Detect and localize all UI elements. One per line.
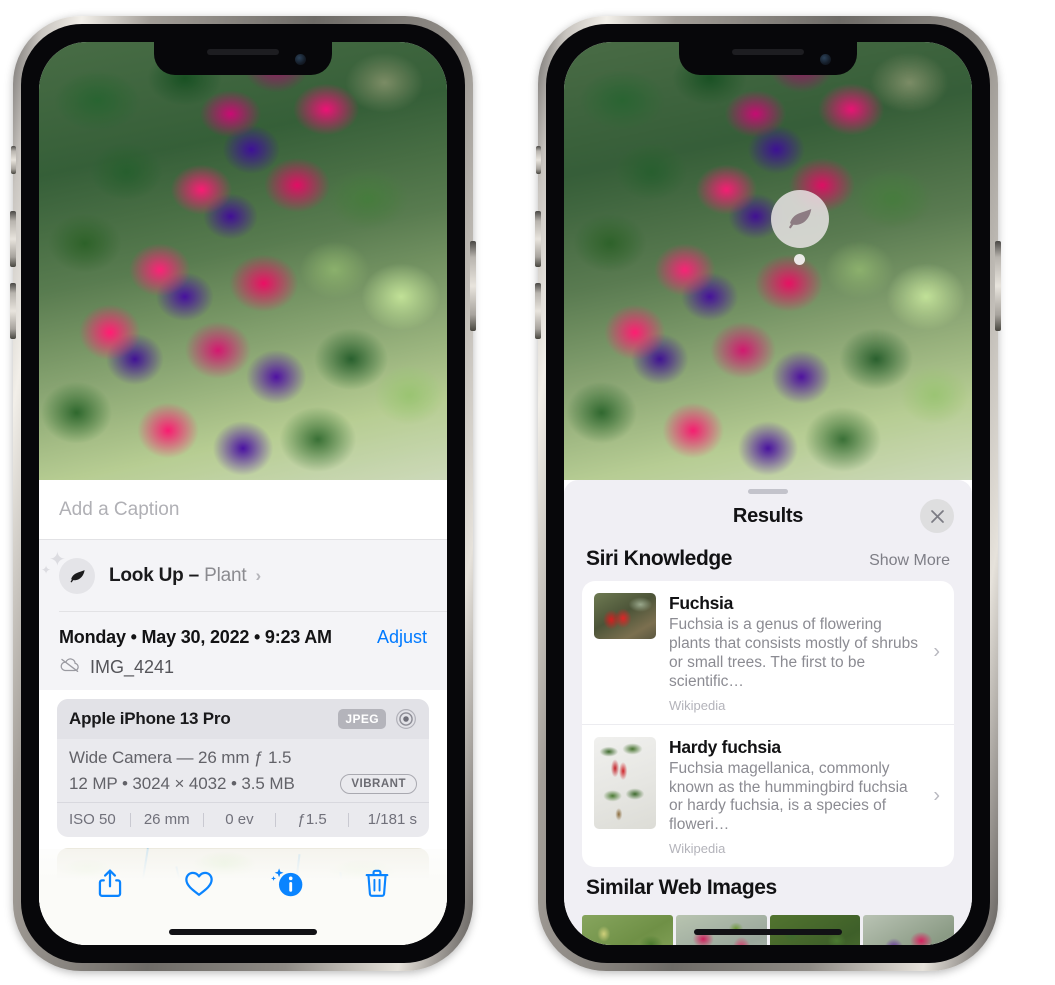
knowledge-source: Wikipedia xyxy=(669,841,726,857)
exif-aperture: ƒ1.5 xyxy=(297,811,327,828)
lookup-section: ✦ ✦ Look Up – Plant › xyxy=(39,540,447,612)
favorite-button[interactable] xyxy=(179,863,219,903)
siri-knowledge-card-list: Fuchsia Fuchsia is a genus of flowering … xyxy=(582,581,954,868)
knowledge-description: Fuchsia is a genus of flowering plants t… xyxy=(669,616,918,690)
photo-viewer-right[interactable] xyxy=(564,42,972,480)
earpiece-speaker-right xyxy=(732,49,804,55)
file-size-info: 12 MP • 3024 × 4032 • 3.5 MB xyxy=(69,774,295,793)
knowledge-title: Hardy fuchsia xyxy=(669,736,781,757)
photographic-style-badge: VIBRANT xyxy=(340,774,417,794)
look-up-prefix: Look Up – xyxy=(109,565,205,586)
knowledge-thumbnail xyxy=(594,593,656,639)
earpiece-speaker-left xyxy=(207,49,279,55)
front-camera-left xyxy=(295,54,306,65)
web-image-1[interactable] xyxy=(582,915,673,945)
iphone-left: Add a Caption ✦ ✦ Look Up – Plant › Mond… xyxy=(10,16,476,971)
caption-input[interactable]: Add a Caption xyxy=(59,499,179,521)
siri-knowledge-header: Siri Knowledge Show More xyxy=(564,538,972,581)
fuchsia-flowers-photo xyxy=(39,42,447,480)
caption-input-row[interactable]: Add a Caption xyxy=(39,480,447,540)
web-image-4[interactable] xyxy=(863,915,954,945)
sparkle-icon-small: ✦ xyxy=(41,563,52,577)
fuchsia-flowers-photo xyxy=(564,42,972,480)
notch-right xyxy=(679,42,857,75)
lens-info: Wide Camera — 26 mm ƒ 1.5 xyxy=(69,748,292,767)
sparkle-icon-large: ✦ xyxy=(49,549,66,571)
front-camera-right xyxy=(820,54,831,65)
screen-right: Results Siri Knowledge Show More Fuchsia… xyxy=(564,42,972,945)
home-indicator-right[interactable] xyxy=(694,929,842,935)
format-badge: JPEG xyxy=(338,709,386,729)
knowledge-source: Wikipedia xyxy=(669,697,726,713)
screen-left: Add a Caption ✦ ✦ Look Up – Plant › Mond… xyxy=(39,42,447,945)
knowledge-thumbnail xyxy=(594,736,656,829)
knowledge-description: Fuchsia magellanica, commonly known as t… xyxy=(669,759,908,834)
visual-lookup-dot xyxy=(794,254,805,265)
info-button[interactable] xyxy=(268,863,308,903)
exif-stats-row: ISO 50 26 mm 0 ev ƒ1.5 1/181 s xyxy=(57,802,429,837)
volume-down-button-right[interactable] xyxy=(535,283,541,339)
section-title: Similar Web Images xyxy=(586,876,777,900)
results-sheet: Results Siri Knowledge Show More Fuchsia… xyxy=(564,480,972,945)
chevron-right-icon: › xyxy=(933,640,940,663)
metadata-block: Monday • May 30, 2022 • 9:23 AM Adjust I… xyxy=(39,612,447,690)
power-button-left[interactable] xyxy=(470,241,476,331)
close-button[interactable] xyxy=(920,499,954,533)
photo-filename: IMG_4241 xyxy=(90,657,175,677)
show-more-button[interactable]: Show More xyxy=(869,552,950,570)
volume-up-button-left[interactable] xyxy=(10,211,16,267)
knowledge-row[interactable]: Fuchsia Fuchsia is a genus of flowering … xyxy=(582,581,954,724)
look-up-subject: Plant xyxy=(204,565,247,586)
power-button-right[interactable] xyxy=(995,241,1001,331)
chevron-right-icon: › xyxy=(255,566,262,585)
knowledge-row[interactable]: Hardy fuchsia Fuchsia magellanica, commo… xyxy=(582,723,954,868)
visual-lookup-leaf-badge[interactable] xyxy=(771,190,829,248)
exif-focal: 26 mm xyxy=(143,811,190,828)
volume-down-button-left[interactable] xyxy=(10,283,16,339)
exif-shutter: 1/181 s xyxy=(367,811,418,828)
chevron-right-icon: › xyxy=(933,784,940,807)
exif-card[interactable]: Apple iPhone 13 Pro JPEG Wide Camera — 2… xyxy=(57,699,429,837)
adjust-button[interactable]: Adjust xyxy=(377,627,427,648)
leaf-icon: ✦ ✦ xyxy=(41,550,95,594)
notch-left xyxy=(154,42,332,75)
section-title: Siri Knowledge xyxy=(586,547,733,570)
phone-bezel-left: Add a Caption ✦ ✦ Look Up – Plant › Mond… xyxy=(21,24,465,963)
photo-info-sheet: Add a Caption ✦ ✦ Look Up – Plant › Mond… xyxy=(39,480,447,945)
knowledge-title: Fuchsia xyxy=(669,593,734,613)
photo-date: Monday • May 30, 2022 • 9:23 AM xyxy=(59,627,332,647)
look-up-label: Look Up – Plant › xyxy=(109,565,261,587)
look-up-plant-row[interactable]: ✦ ✦ Look Up – Plant › xyxy=(39,542,447,611)
share-button[interactable] xyxy=(90,863,130,903)
silent-switch-right[interactable] xyxy=(536,146,541,174)
aperture-icon xyxy=(395,708,417,730)
iphone-right: Results Siri Knowledge Show More Fuchsia… xyxy=(535,16,1001,971)
cloud-slash-icon xyxy=(59,657,81,678)
camera-model: Apple iPhone 13 Pro xyxy=(69,709,231,728)
photo-viewer-left[interactable] xyxy=(39,42,447,480)
similar-web-images-header: Similar Web Images xyxy=(564,867,972,910)
results-header: Results xyxy=(564,494,972,538)
exif-iso: ISO 50 xyxy=(69,811,116,828)
results-title: Results xyxy=(732,505,804,527)
delete-button[interactable] xyxy=(357,863,397,903)
exif-ev: 0 ev xyxy=(225,811,254,828)
phone-bezel-right: Results Siri Knowledge Show More Fuchsia… xyxy=(546,24,990,963)
home-indicator-left[interactable] xyxy=(169,929,317,935)
silent-switch-left[interactable] xyxy=(11,146,16,174)
screenshot-root: Add a Caption ✦ ✦ Look Up – Plant › Mond… xyxy=(0,0,1055,985)
volume-up-button-right[interactable] xyxy=(535,211,541,267)
